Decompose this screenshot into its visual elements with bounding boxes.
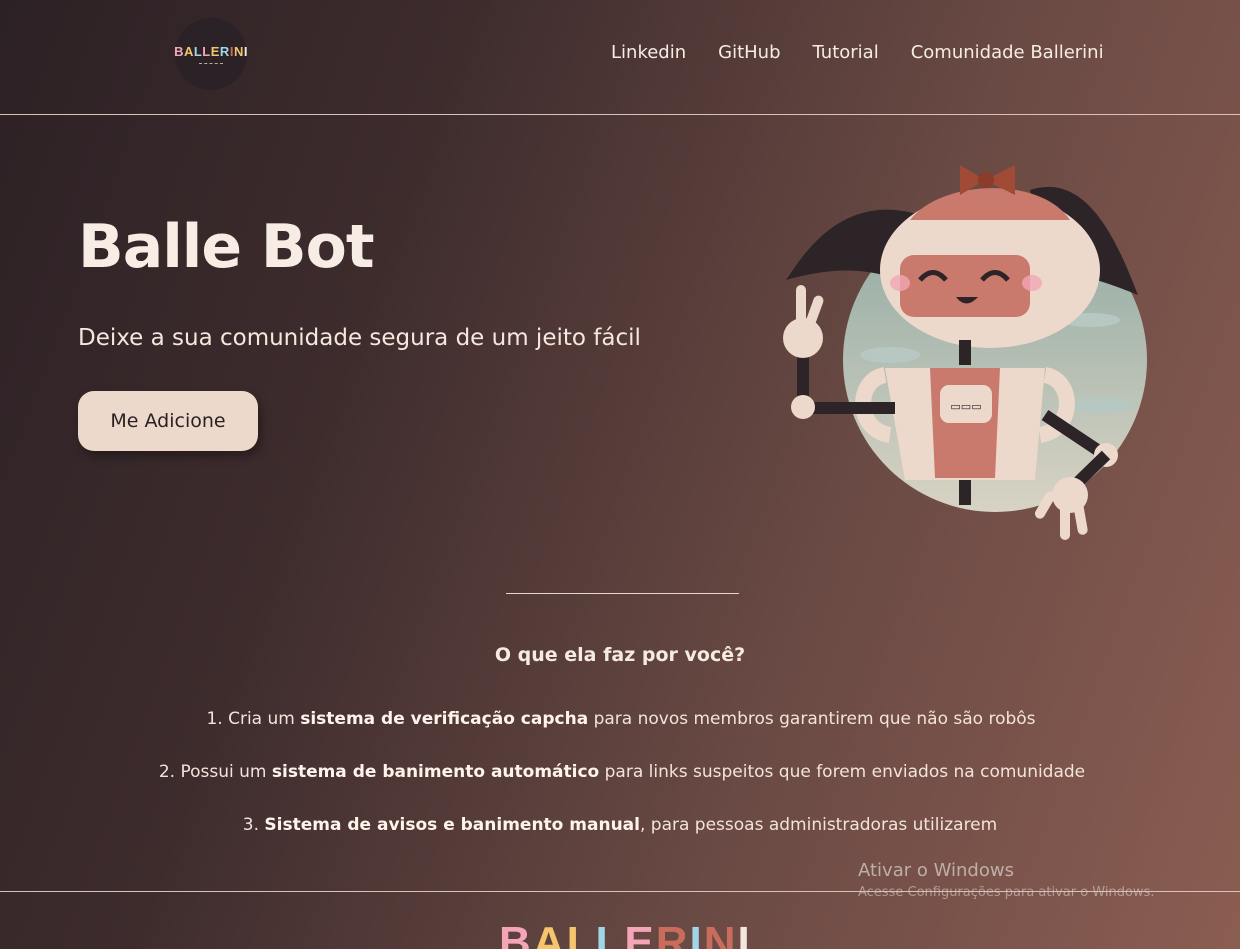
features-list: 1. Cria um sistema de verificação capcha…	[0, 709, 1240, 868]
watermark-subtitle: Acesse Configurações para ativar o Windo…	[858, 885, 1155, 900]
feature-prefix: 3.	[242, 815, 265, 835]
add-bot-button[interactable]: Me Adicione	[78, 391, 258, 451]
feature-item: 2. Possui um sistema de banimento automá…	[0, 762, 1240, 815]
feature-highlight: sistema de verificação capcha	[300, 709, 589, 729]
logo-text: BALLERINI	[174, 43, 248, 59]
feature-highlight: sistema de banimento automático	[271, 762, 600, 782]
footer-divider	[0, 891, 1240, 892]
logo-underline	[199, 62, 223, 65]
nav-linkedin[interactable]: Linkedin	[611, 42, 686, 63]
feature-item: 1. Cria um sistema de verificação capcha…	[0, 709, 1240, 762]
windows-activation-watermark: Ativar o Windows Acesse Configurações pa…	[858, 860, 1154, 900]
section-divider	[506, 593, 739, 594]
nav-comunidade-ballerini[interactable]: Comunidade Ballerini	[911, 42, 1104, 63]
balle-bot-illustration: ▭▭▭	[783, 165, 1147, 540]
watermark-title: Ativar o Windows	[858, 860, 1014, 881]
feature-suffix: , para pessoas administradoras utilizare…	[639, 815, 998, 835]
main-nav: Linkedin GitHub Tutorial Comunidade Ball…	[611, 42, 1104, 63]
svg-text:▭▭▭: ▭▭▭	[950, 400, 981, 413]
feature-suffix: para links suspeitos que forem enviados …	[599, 762, 1086, 782]
features-title: O que ela faz por você?	[494, 644, 746, 666]
hero-subtitle: Deixe a sua comunidade segura de um jeit…	[78, 325, 641, 351]
feature-prefix: 2. Possui um	[158, 762, 272, 782]
hero-title: Balle Bot	[78, 212, 375, 282]
nav-tutorial[interactable]: Tutorial	[813, 42, 879, 63]
ballerini-logo[interactable]: BALLERINI	[174, 18, 248, 90]
feature-suffix: para novos membros garantirem que não sã…	[588, 709, 1036, 729]
footer-logo: BALLERINI	[499, 918, 752, 949]
feature-prefix: 1. Cria um	[206, 709, 301, 729]
site-header: BALLERINI Linkedin GitHub Tutorial Comun…	[0, 0, 1240, 115]
feature-highlight: Sistema de avisos e banimento manual	[264, 815, 640, 835]
nav-github[interactable]: GitHub	[718, 42, 780, 63]
